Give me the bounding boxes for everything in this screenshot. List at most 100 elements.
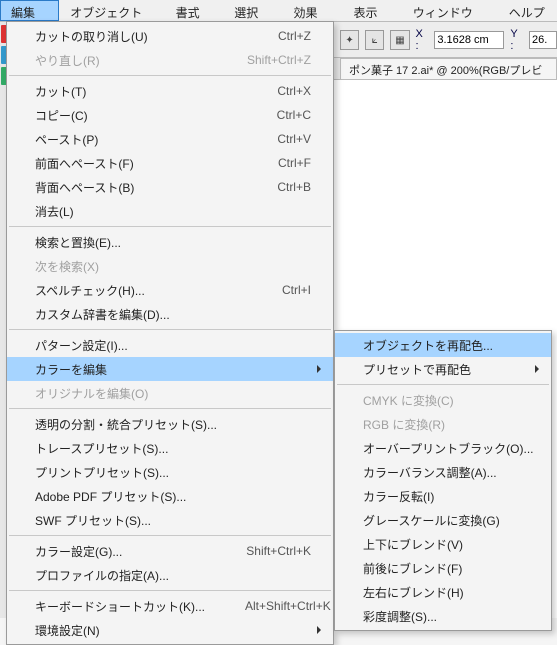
menu-item-label: グレースケールに変換(G) <box>363 512 529 529</box>
menubar-item[interactable]: 表示(V) <box>342 0 401 21</box>
edit-menu-item[interactable]: 背面へペースト(B)Ctrl+B <box>7 175 333 199</box>
menu-item-label: オブジェクトを再配色... <box>363 337 529 354</box>
color-submenu-item[interactable]: カラー反転(I) <box>335 484 551 508</box>
menu-item-shortcut: Ctrl+X <box>237 84 311 98</box>
menu-item-label: オリジナルを編集(O) <box>35 385 311 402</box>
menu-item-shortcut: Ctrl+V <box>237 132 311 146</box>
menu-separator <box>9 329 331 330</box>
menu-item-label: 背面へペースト(B) <box>35 179 237 196</box>
menubar-item[interactable]: 編集(E) <box>0 0 59 21</box>
menu-item-label: 前面へペースト(F) <box>35 155 238 172</box>
menu-item-label: カット(T) <box>35 83 237 100</box>
menu-item-label: CMYK に変換(C) <box>363 392 529 409</box>
menu-separator <box>9 226 331 227</box>
x-coordinate-input[interactable] <box>434 31 504 49</box>
color-submenu-item: RGB に変換(R) <box>335 412 551 436</box>
edit-menu-item[interactable]: カラー設定(G)...Shift+Ctrl+K <box>7 539 333 563</box>
edit-menu-item[interactable]: 消去(L) <box>7 199 333 223</box>
menu-separator <box>9 590 331 591</box>
menu-item-label: カスタム辞書を編集(D)... <box>35 306 311 323</box>
edit-menu-item[interactable]: カットの取り消し(U)Ctrl+Z <box>7 24 333 48</box>
edit-menu-item[interactable]: コピー(C)Ctrl+C <box>7 103 333 127</box>
menu-item-label: 彩度調整(S)... <box>363 608 529 625</box>
edit-menu-item[interactable]: スペルチェック(H)...Ctrl+I <box>7 278 333 302</box>
color-submenu-item[interactable]: カラーバランス調整(A)... <box>335 460 551 484</box>
color-submenu-item[interactable]: 彩度調整(S)... <box>335 604 551 628</box>
menu-item-shortcut: Ctrl+I <box>242 283 311 297</box>
menu-item-label: カラーを編集 <box>35 361 311 378</box>
edit-menu-item[interactable]: Adobe PDF プリセット(S)... <box>7 484 333 508</box>
edit-menu-item: やり直し(R)Shift+Ctrl+Z <box>7 48 333 72</box>
menu-item-label: 消去(L) <box>35 203 311 220</box>
menubar-item[interactable]: 書式(T) <box>165 0 224 21</box>
menubar-item[interactable]: オブジェクト(O) <box>59 0 164 21</box>
menubar-item[interactable]: 選択(S) <box>223 0 282 21</box>
menu-item-label: トレースプリセット(S)... <box>35 440 311 457</box>
menu-item-label: 透明の分割・統合プリセット(S)... <box>35 416 311 433</box>
align-grid-icon[interactable]: ▦ <box>390 30 409 50</box>
menu-item-label: プリセットで再配色 <box>363 361 529 378</box>
menu-item-shortcut: Alt+Shift+Ctrl+K <box>205 599 331 613</box>
menu-item-shortcut: Ctrl+F <box>238 156 311 170</box>
menu-item-label: パターン設定(I)... <box>35 337 311 354</box>
edit-menu-item[interactable]: パターン設定(I)... <box>7 333 333 357</box>
edit-menu-item[interactable]: 環境設定(N) <box>7 618 333 642</box>
edit-menu-item[interactable]: ペースト(P)Ctrl+V <box>7 127 333 151</box>
edit-menu-item[interactable]: カスタム辞書を編集(D)... <box>7 302 333 326</box>
color-submenu-item[interactable]: 上下にブレンド(V) <box>335 532 551 556</box>
menu-item-shortcut: Ctrl+B <box>237 180 311 194</box>
color-submenu-item[interactable]: 前後にブレンド(F) <box>335 556 551 580</box>
menu-item-label: 検索と置換(E)... <box>35 234 311 251</box>
color-submenu-item[interactable]: オブジェクトを再配色... <box>335 333 551 357</box>
menu-item-shortcut: Ctrl+Z <box>238 29 311 43</box>
color-submenu-item[interactable]: オーバープリントブラック(O)... <box>335 436 551 460</box>
menu-item-label: オーバープリントブラック(O)... <box>363 440 534 457</box>
color-submenu-item[interactable]: グレースケールに変換(G) <box>335 508 551 532</box>
color-submenu-item: CMYK に変換(C) <box>335 388 551 412</box>
menu-item-label: プリントプリセット(S)... <box>35 464 311 481</box>
menu-item-label: 環境設定(N) <box>35 622 311 639</box>
menu-item-label: カラー反転(I) <box>363 488 529 505</box>
edit-menu-item[interactable]: 検索と置換(E)... <box>7 230 333 254</box>
menubar-item[interactable]: 効果(C) <box>283 0 343 21</box>
menu-item-label: カットの取り消し(U) <box>35 28 238 45</box>
menu-separator <box>9 535 331 536</box>
menu-item-label: 前後にブレンド(F) <box>363 560 529 577</box>
menu-item-label: プロファイルの指定(A)... <box>35 567 311 584</box>
edit-menu-item[interactable]: 前面へペースト(F)Ctrl+F <box>7 151 333 175</box>
color-submenu-item[interactable]: プリセットで再配色 <box>335 357 551 381</box>
edit-menu-item[interactable]: 透明の分割・統合プリセット(S)... <box>7 412 333 436</box>
menubar-item[interactable]: ウィンドウ(W) <box>402 0 498 21</box>
menu-item-label: 次を検索(X) <box>35 258 311 275</box>
edit-menu-item[interactable]: キーボードショートカット(K)...Alt+Shift+Ctrl+K <box>7 594 333 618</box>
menu-item-label: Adobe PDF プリセット(S)... <box>35 488 311 505</box>
menu-item-label: コピー(C) <box>35 107 237 124</box>
y-coordinate-input[interactable] <box>529 31 557 49</box>
menu-item-label: SWF プリセット(S)... <box>35 512 311 529</box>
edit-color-submenu: オブジェクトを再配色... プリセットで再配色 CMYK に変換(C) RGB に変換… <box>334 330 552 631</box>
edit-menu-item[interactable]: カット(T)Ctrl+X <box>7 79 333 103</box>
edit-menu-item[interactable]: プロファイルの指定(A)... <box>7 563 333 587</box>
menubar: 編集(E)オブジェクト(O)書式(T)選択(S)効果(C)表示(V)ウィンドウ(… <box>0 0 557 22</box>
color-submenu-item[interactable]: 左右にブレンド(H) <box>335 580 551 604</box>
menu-item-label: 左右にブレンド(H) <box>363 584 529 601</box>
menu-item-label: RGB に変換(R) <box>363 416 529 433</box>
menu-separator <box>337 384 549 385</box>
edit-menu: カットの取り消し(U)Ctrl+Zやり直し(R)Shift+Ctrl+Zカット(… <box>6 21 334 645</box>
edit-menu-item[interactable]: SWF プリセット(S)... <box>7 508 333 532</box>
anchor-convert-icon[interactable]: ✦ <box>340 30 359 50</box>
edit-menu-item[interactable]: カラーを編集 <box>7 357 333 381</box>
y-label: Y : <box>510 28 523 52</box>
menu-item-shortcut: Shift+Ctrl+Z <box>207 53 311 67</box>
edit-menu-item: オリジナルを編集(O) <box>7 381 333 405</box>
menu-item-label: カラー設定(G)... <box>35 543 206 560</box>
menubar-item[interactable]: ヘルプ( <box>498 0 557 21</box>
edit-menu-item[interactable]: プリントプリセット(S)... <box>7 460 333 484</box>
edit-menu-item[interactable]: トレースプリセット(S)... <box>7 436 333 460</box>
menu-item-label: ペースト(P) <box>35 131 237 148</box>
menu-item-shortcut: Ctrl+C <box>237 108 311 122</box>
document-tab[interactable]: ポン菓子 17 2.ai* @ 200%(RGB/プレビュー <box>340 58 557 79</box>
anchor-handles-icon[interactable]: ⟀ <box>365 30 384 50</box>
menu-item-label: カラーバランス調整(A)... <box>363 464 529 481</box>
menu-item-label: やり直し(R) <box>35 52 207 69</box>
